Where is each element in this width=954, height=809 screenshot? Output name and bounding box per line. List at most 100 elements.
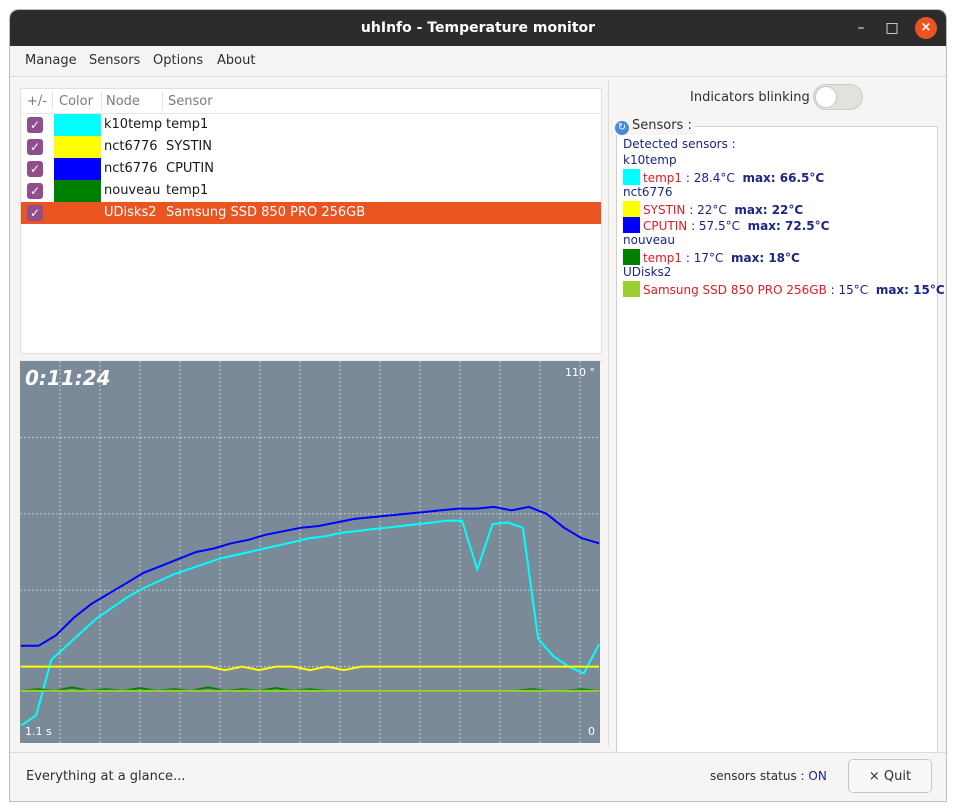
status-message: Everything at a glance... (26, 769, 186, 784)
sensor-node-line: UDisks2 (623, 265, 671, 279)
maximize-button[interactable]: □ (883, 19, 901, 37)
vertical-divider[interactable] (608, 80, 609, 746)
row-node: UDisks2 (104, 205, 157, 220)
sensor-reading-line: Samsung SSD 850 PRO 256GB : 15°C max: 15… (623, 281, 945, 297)
sensor-name: temp1 (643, 171, 683, 185)
sensor-value: : 22°C (685, 203, 727, 217)
menu-manage[interactable]: Manage (25, 53, 77, 68)
header-color[interactable]: Color (59, 94, 93, 109)
table-row[interactable]: ✓ UDisks2 Samsung SSD 850 PRO 256GB (21, 202, 601, 224)
table-row[interactable]: ✓ nct6776 CPUTIN (21, 158, 601, 180)
sensor-value: : 28.4°C (682, 171, 735, 185)
toggle-knob (815, 86, 837, 108)
row-sensor: SYSTIN (166, 139, 212, 154)
graph-max-label: 110 ° (565, 366, 595, 379)
sensors-frame: Detected sensors : k10temp temp1 : 28.4°C … (616, 126, 945, 754)
table-row[interactable]: ✓ nouveau temp1 (21, 180, 601, 202)
detected-sensors-line: Detected sensors : (623, 137, 736, 151)
status-bar: Everything at a glance... sensors status… (10, 752, 946, 801)
row-color-swatch[interactable] (54, 202, 101, 224)
table-row[interactable]: ✓ k10temp temp1 (21, 114, 601, 136)
header-divider (52, 92, 53, 110)
sensor-max: max: 22°C (734, 203, 804, 217)
row-checkbox[interactable]: ✓ (27, 161, 43, 177)
row-checkbox[interactable]: ✓ (27, 117, 43, 133)
sensors-panel: Indicators blinking Detected sensors : k1… (614, 80, 945, 754)
sensor-reading-line: SYSTIN : 22°C max: 22°C (623, 201, 803, 217)
sensor-value: : 15°C (826, 283, 869, 297)
row-color-swatch[interactable] (54, 158, 101, 180)
header-sensor[interactable]: Sensor (168, 94, 213, 109)
menu-sensors[interactable]: Sensors (89, 53, 140, 68)
sensor-name: CPUTIN (643, 219, 688, 233)
header-node[interactable]: Node (106, 94, 140, 109)
sensors-status-label: sensors status : (710, 769, 805, 783)
sensor-color-swatch (623, 217, 640, 233)
series-line (21, 665, 599, 672)
sensor-reading-line: temp1 : 17°C max: 18°C (623, 249, 800, 265)
sensors-status-value: ON (808, 769, 827, 783)
node-name: nouveau (623, 233, 675, 247)
title-bar: uhInfo - Temperature monitor – □ × (10, 10, 946, 46)
row-sensor: temp1 (166, 183, 209, 198)
node-name: nct6776 (623, 185, 673, 199)
detected-label: Detected sensors : (623, 137, 736, 151)
sensor-color-swatch (623, 169, 640, 185)
row-node: nct6776 (104, 161, 158, 176)
sensor-reading-line: CPUTIN : 57.5°C max: 72.5°C (623, 217, 829, 233)
sensors-frame-label: Sensors : (632, 118, 692, 133)
graph-step-label: 1.1 s (25, 725, 52, 738)
sensor-name: SYSTIN (643, 203, 686, 217)
sensor-color-swatch (623, 249, 640, 265)
sensor-node-line: k10temp (623, 153, 677, 167)
minimize-button[interactable]: – (852, 19, 870, 37)
sensor-max: max: 18°C (731, 251, 800, 265)
sensors-status: sensors status : ON (710, 769, 827, 783)
series-line (20, 519, 600, 727)
series-line (21, 505, 600, 647)
sensor-max: max: 72.5°C (747, 219, 830, 233)
row-checkbox[interactable]: ✓ (27, 205, 43, 221)
menu-about[interactable]: About (217, 53, 255, 68)
row-sensor: Samsung SSD 850 PRO 256GB (166, 205, 366, 220)
sensor-reading-line: temp1 : 28.4°C max: 66.5°C (623, 169, 824, 185)
refresh-icon[interactable]: ↻ (615, 121, 629, 135)
row-sensor: CPUTIN (166, 161, 214, 176)
graph-canvas (20, 361, 600, 743)
row-color-swatch[interactable] (54, 180, 101, 202)
window-title: uhInfo - Temperature monitor (360, 20, 596, 36)
quit-label: Quit (883, 769, 912, 784)
app-window: uhInfo - Temperature monitor – □ × Manag… (9, 9, 947, 802)
menu-options[interactable]: Options (153, 53, 203, 68)
row-color-swatch[interactable] (54, 136, 101, 158)
sensor-node-line: nouveau (623, 233, 675, 247)
quit-button[interactable]: × Quit (848, 759, 932, 793)
row-node: nouveau (104, 183, 161, 198)
sensor-max: max: 15°C (875, 283, 945, 297)
sensor-max: max: 66.5°C (742, 171, 825, 185)
header-toggle[interactable]: +/- (27, 94, 47, 109)
header-divider (101, 92, 102, 110)
sensor-value: : 57.5°C (687, 219, 741, 233)
panel-splitter[interactable] (20, 353, 602, 362)
sensors-frame-title: ↻ Sensors : (615, 118, 695, 135)
graph-min-label: 0 (588, 725, 595, 738)
row-checkbox[interactable]: ✓ (27, 183, 43, 199)
sensor-table: +/- Color Node Sensor ✓ k10temp temp1 ✓ nct6… (20, 88, 602, 354)
sensor-color-swatch (623, 201, 640, 217)
node-name: k10temp (623, 153, 677, 167)
node-name: UDisks2 (623, 265, 672, 279)
row-node: k10temp (104, 117, 163, 132)
sensor-node-line: nct6776 (623, 185, 672, 199)
row-node: nct6776 (104, 139, 158, 154)
sensor-name: Samsung SSD 850 PRO 256GB (643, 283, 827, 297)
close-icon: × (868, 769, 880, 784)
row-sensor: temp1 (166, 117, 209, 132)
indicators-blinking-toggle[interactable] (813, 84, 863, 110)
table-header: +/- Color Node Sensor (21, 89, 601, 114)
table-row[interactable]: ✓ nct6776 SYSTIN (21, 136, 601, 158)
sensor-color-swatch (623, 281, 640, 297)
close-button[interactable]: × (915, 17, 937, 39)
row-checkbox[interactable]: ✓ (27, 139, 43, 155)
row-color-swatch[interactable] (54, 114, 101, 136)
